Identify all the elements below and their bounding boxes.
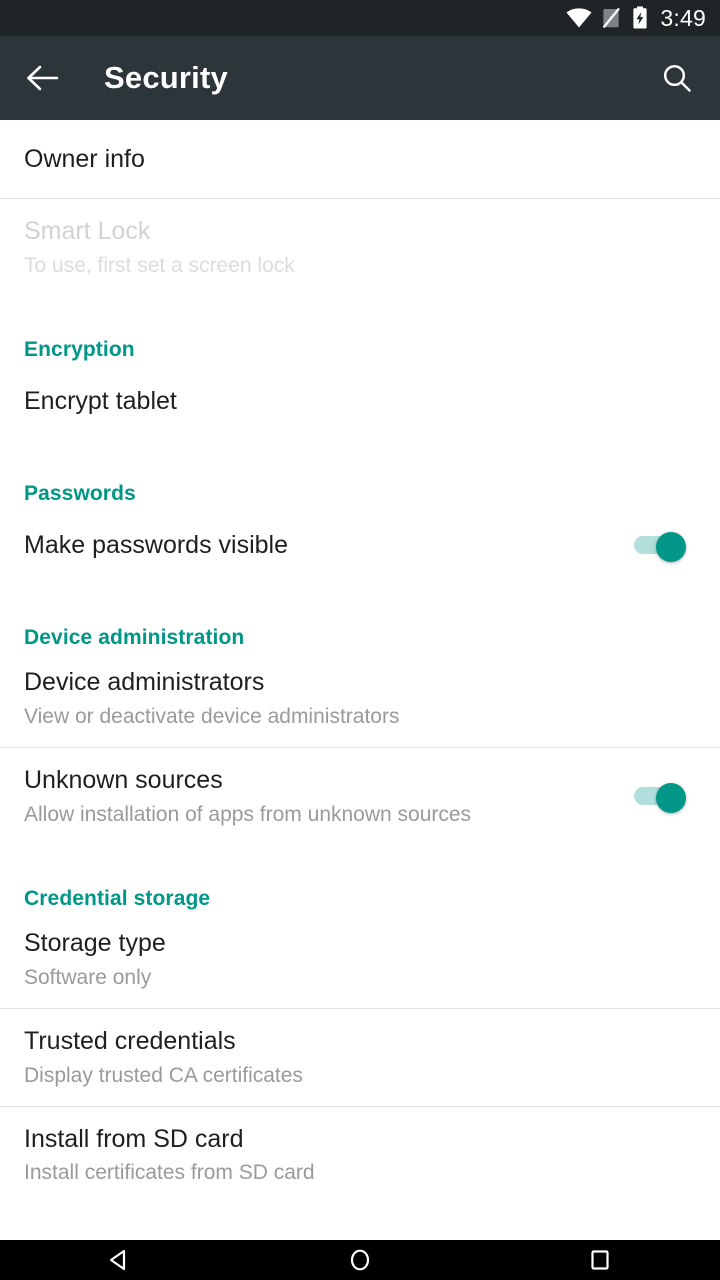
status-bar: 3:49 (0, 0, 720, 36)
list-item-text: Smart Lock To use, first set a screen loc… (24, 217, 696, 278)
navigation-bar (0, 1240, 720, 1280)
list-item-title: Unknown sources (24, 765, 223, 794)
battery-charging-icon (632, 6, 648, 30)
list-item-title: Device administrators (24, 667, 265, 696)
nav-back-icon (109, 1249, 126, 1271)
search-icon (663, 64, 691, 92)
list-item-summary: Display trusted CA certificates (24, 1063, 303, 1087)
list-item-title: Owner info (24, 144, 145, 173)
list-item-title: Install from SD card (24, 1124, 244, 1153)
list-item-text: Install from SD card Install certificates… (24, 1125, 696, 1186)
nav-recents-icon (591, 1250, 609, 1270)
nav-home-icon (350, 1249, 370, 1271)
android-security-settings-screen: 3:49 Security Owner info Smart Lock To use… (0, 0, 720, 1280)
list-item-text: Device administrators View or deactivate … (24, 668, 696, 729)
list-item-device-administrators[interactable]: Device administrators View or deactivate … (0, 650, 720, 747)
list-item-owner-info[interactable]: Owner info (0, 120, 720, 198)
nav-back-button[interactable] (60, 1240, 180, 1280)
list-item-make-passwords-visible[interactable]: Make passwords visible (0, 506, 720, 584)
nav-recents-button[interactable] (540, 1240, 660, 1280)
list-item-text: Owner info (24, 145, 696, 174)
section-header-credential-storage: Credential storage (24, 886, 211, 910)
list-item-summary: To use, first set a screen lock (24, 253, 295, 277)
list-item-unknown-sources[interactable]: Unknown sources Allow installation of app… (0, 748, 720, 845)
list-item-text: Make passwords visible (24, 531, 618, 560)
list-item-title: Storage type (24, 928, 166, 957)
list-item-smart-lock: Smart Lock To use, first set a screen loc… (0, 199, 720, 296)
list-item-title: Smart Lock (24, 217, 151, 245)
nav-home-button[interactable] (300, 1240, 420, 1280)
list-item-install-from-sd-card[interactable]: Install from SD card Install certificates… (0, 1107, 720, 1204)
arrow-left-icon (27, 65, 59, 91)
list-item-summary: Software only (24, 965, 152, 989)
wifi-icon (566, 8, 592, 28)
list-item-title: Trusted credentials (24, 1026, 236, 1055)
section-header-device-administration: Device administration (24, 625, 245, 649)
page-title: Security (104, 60, 228, 95)
toggle-switch-make-passwords-visible[interactable] (634, 529, 686, 562)
settings-list[interactable]: Owner info Smart Lock To use, first set a … (0, 120, 720, 1240)
list-item-text: Unknown sources Allow installation of app… (24, 766, 618, 827)
app-bar: Security (0, 36, 720, 120)
section-header-encryption: Encryption (24, 337, 135, 361)
list-item-trusted-credentials[interactable]: Trusted credentials Display trusted CA ce… (0, 1009, 720, 1106)
switch-thumb (656, 783, 686, 814)
section-header-passwords: Passwords (24, 481, 136, 505)
back-button[interactable] (12, 47, 74, 109)
list-item-title: Encrypt tablet (24, 386, 177, 415)
list-item-title: Make passwords visible (24, 530, 288, 559)
list-item-text: Trusted credentials Display trusted CA ce… (24, 1027, 696, 1088)
switch-thumb (656, 531, 686, 562)
list-item-text: Storage type Software only (24, 929, 696, 990)
list-item-summary: Allow installation of apps from unknown … (24, 802, 472, 826)
status-bar-clock: 3:49 (660, 4, 706, 31)
toggle-switch-unknown-sources[interactable] (634, 780, 686, 814)
list-item-summary: View or deactivate device administrators (24, 704, 400, 728)
search-button[interactable] (646, 47, 708, 109)
cellular-off-icon (602, 7, 622, 29)
list-item-text: Encrypt tablet (24, 387, 696, 416)
list-item-summary: Install certificates from SD card (24, 1161, 315, 1185)
list-item-encrypt-tablet[interactable]: Encrypt tablet (0, 362, 720, 440)
list-item-storage-type[interactable]: Storage type Software only (0, 911, 720, 1008)
